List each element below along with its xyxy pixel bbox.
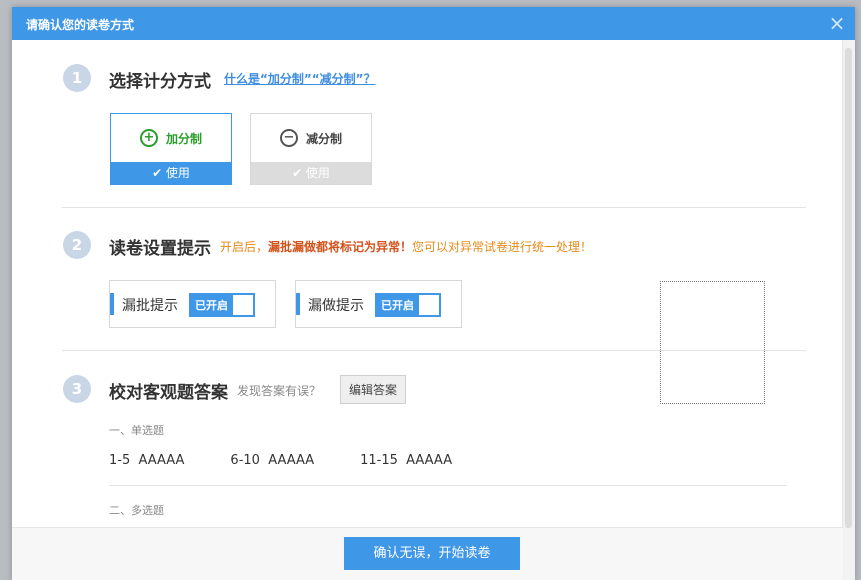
scoring-option-subtract[interactable]: − 减分制 ✔ 使用	[250, 113, 372, 185]
scrollbar-thumb[interactable]	[845, 48, 852, 528]
plus-circle-icon: +	[139, 129, 158, 147]
answer-group: 1-5 AAAAA	[109, 453, 185, 468]
dialog-titlebar: 请确认您的读卷方式 ×	[12, 7, 855, 40]
answer-group: 6-10 AAAAA	[230, 453, 315, 468]
dotted-placeholder-box	[660, 281, 765, 404]
step-2-number: 2	[63, 231, 91, 259]
scoring-option-add[interactable]: + 加分制 ✔ 使用	[110, 113, 232, 185]
answer-error-hint: 发现答案有误？	[237, 384, 322, 398]
step-1-number: 1	[63, 64, 91, 92]
missed-grading-toggle[interactable]: 已开启	[189, 293, 255, 317]
scrollbar[interactable]	[842, 40, 855, 580]
section-divider	[62, 207, 806, 208]
dialog-title: 请确认您的读卷方式	[26, 18, 135, 32]
step-3-title: 校对客观题答案	[109, 383, 228, 403]
single-choice-label: 一、单选题	[109, 424, 164, 437]
use-bar: ✔ 使用	[111, 162, 231, 184]
missed-grading-setting: 漏批提示 已开启	[109, 280, 276, 328]
confirm-start-button[interactable]: 确认无误，开始读卷	[344, 537, 520, 570]
scoring-option-label: 减分制	[305, 131, 342, 146]
single-choice-answers: 1-5 AAAAA 6-10 AAAAA 11-15 AAAAA	[109, 453, 452, 468]
missed-answer-toggle[interactable]: 已开启	[375, 293, 441, 317]
dialog-footer: 确认无误，开始读卷	[12, 527, 843, 580]
step-1-title: 选择计分方式	[109, 72, 211, 92]
setting-tip: 开启后，漏批漏做都将标记为异常！您可以对异常试卷进行统一处理！	[220, 240, 593, 254]
minus-circle-icon: −	[279, 129, 298, 147]
section-divider	[109, 485, 787, 486]
scoring-option-label: 加分制	[165, 131, 202, 146]
setting-label: 漏做提示	[308, 298, 364, 314]
multiple-choice-label: 二、多选题	[109, 504, 164, 517]
step-2-title: 读卷设置提示	[109, 239, 211, 259]
setting-label: 漏批提示	[122, 298, 178, 314]
section-divider	[62, 350, 806, 351]
answer-group: 11-15 AAAAA	[360, 453, 453, 468]
read-mode-dialog: 请确认您的读卷方式 × 1 选择计分方式 什么是“加分制”“减分制”？ + 加分…	[12, 7, 855, 580]
use-bar: ✔ 使用	[251, 162, 371, 184]
step-3-number: 3	[63, 375, 91, 403]
close-icon[interactable]: ×	[825, 11, 849, 35]
missed-answer-setting: 漏做提示 已开启	[295, 280, 462, 328]
scoring-help-link[interactable]: 什么是“加分制”“减分制”？	[224, 70, 376, 87]
edit-answers-button[interactable]: 编辑答案	[340, 375, 407, 404]
